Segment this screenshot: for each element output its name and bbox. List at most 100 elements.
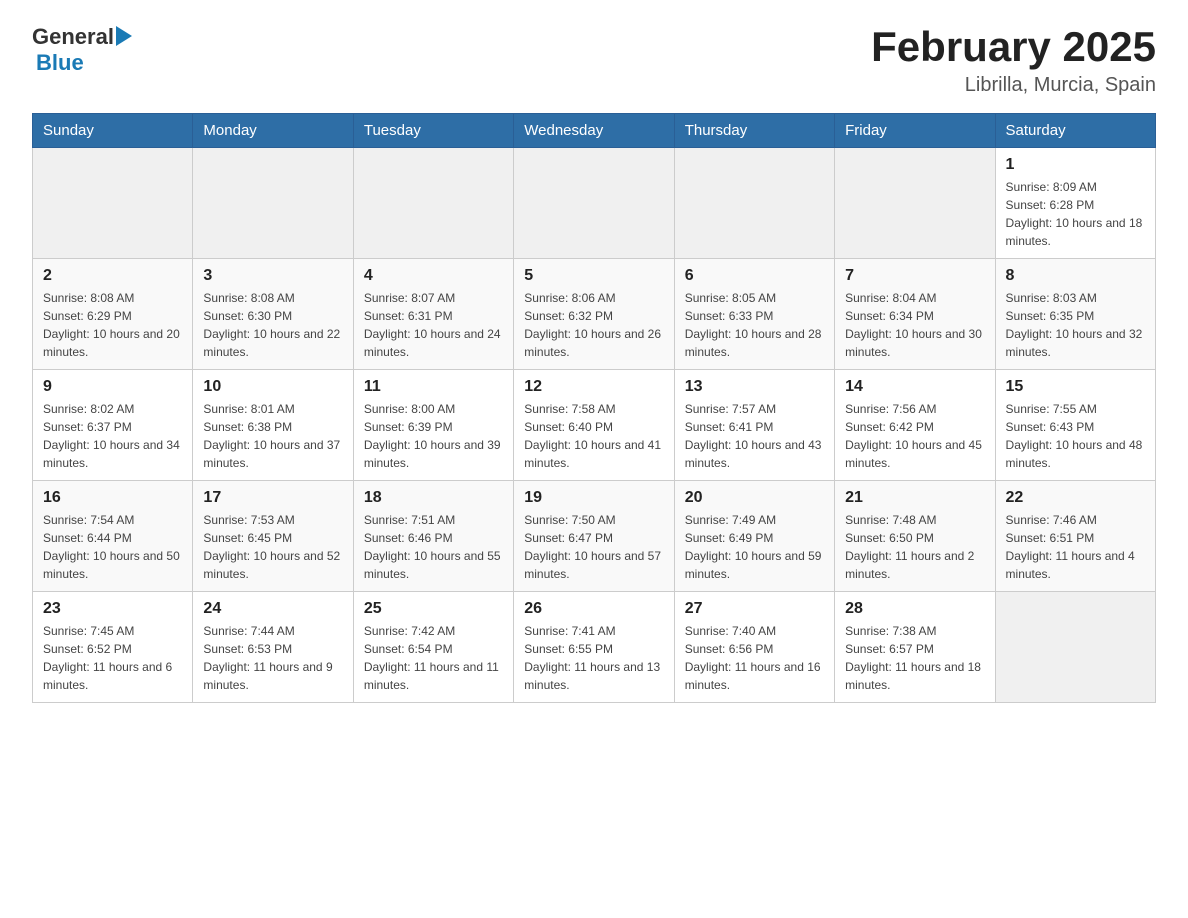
day-number: 27 [685, 600, 824, 618]
calendar-header-row: SundayMondayTuesdayWednesdayThursdayFrid… [33, 114, 1156, 148]
day-number: 14 [845, 378, 984, 396]
calendar-day-cell: 12Sunrise: 7:58 AMSunset: 6:40 PMDayligh… [514, 370, 674, 481]
day-number: 24 [203, 600, 342, 618]
day-header-monday: Monday [193, 114, 353, 148]
day-info: Sunrise: 8:01 AMSunset: 6:38 PMDaylight:… [203, 400, 342, 472]
calendar-day-cell: 9 Sunrise: 8:02 AMSunset: 6:37 PMDaylight… [33, 370, 193, 481]
day-info: Sunrise: 7:45 AMSunset: 6:52 PMDaylight:… [43, 622, 182, 694]
day-info: Sunrise: 8:05 AMSunset: 6:33 PMDaylight:… [685, 289, 824, 361]
calendar-day-cell: 24 Sunrise: 7:44 AMSunset: 6:53 PMDayligh… [193, 592, 353, 703]
day-number: 16 [43, 489, 182, 507]
day-info: Sunrise: 7:56 AMSunset: 6:42 PMDaylight:… [845, 400, 984, 472]
logo-general-text: General [32, 24, 114, 50]
calendar-day-cell: 5 Sunrise: 8:06 AMSunset: 6:32 PMDaylight… [514, 259, 674, 370]
day-header-sunday: Sunday [33, 114, 193, 148]
day-number: 3 [203, 267, 342, 285]
calendar-day-cell [995, 592, 1155, 703]
calendar-day-cell: 4 Sunrise: 8:07 AMSunset: 6:31 PMDaylight… [353, 259, 513, 370]
day-info: Sunrise: 8:07 AMSunset: 6:31 PMDaylight:… [364, 289, 503, 361]
day-info: Sunrise: 7:42 AMSunset: 6:54 PMDaylight:… [364, 622, 503, 694]
day-number: 23 [43, 600, 182, 618]
day-number: 9 [43, 378, 182, 396]
day-number: 5 [524, 267, 663, 285]
day-header-saturday: Saturday [995, 114, 1155, 148]
calendar-day-cell: 13 Sunrise: 7:57 AMSunset: 6:41 PMDayligh… [674, 370, 834, 481]
calendar-day-cell [353, 148, 513, 259]
calendar-day-cell: 2 Sunrise: 8:08 AMSunset: 6:29 PMDaylight… [33, 259, 193, 370]
calendar-day-cell: 23 Sunrise: 7:45 AMSunset: 6:52 PMDayligh… [33, 592, 193, 703]
calendar-day-cell [835, 148, 995, 259]
calendar-day-cell: 10 Sunrise: 8:01 AMSunset: 6:38 PMDayligh… [193, 370, 353, 481]
day-header-thursday: Thursday [674, 114, 834, 148]
day-number: 13 [685, 378, 824, 396]
calendar-week-row: 23 Sunrise: 7:45 AMSunset: 6:52 PMDayligh… [33, 592, 1156, 703]
calendar-day-cell [514, 148, 674, 259]
calendar-day-cell: 27 Sunrise: 7:40 AMSunset: 6:56 PMDayligh… [674, 592, 834, 703]
day-number: 12 [524, 378, 663, 396]
calendar-day-cell [33, 148, 193, 259]
logo-blue-text: Blue [36, 50, 84, 76]
day-number: 7 [845, 267, 984, 285]
day-info: Sunrise: 8:02 AMSunset: 6:37 PMDaylight:… [43, 400, 182, 472]
calendar-day-cell: 1 Sunrise: 8:09 AMSunset: 6:28 PMDaylight… [995, 148, 1155, 259]
calendar-day-cell: 16 Sunrise: 7:54 AMSunset: 6:44 PMDayligh… [33, 481, 193, 592]
day-info: Sunrise: 7:46 AMSunset: 6:51 PMDaylight:… [1006, 511, 1145, 583]
day-info: Sunrise: 8:06 AMSunset: 6:32 PMDaylight:… [524, 289, 663, 361]
calendar-day-cell: 6 Sunrise: 8:05 AMSunset: 6:33 PMDaylight… [674, 259, 834, 370]
calendar-day-cell: 22 Sunrise: 7:46 AMSunset: 6:51 PMDayligh… [995, 481, 1155, 592]
calendar-day-cell: 25 Sunrise: 7:42 AMSunset: 6:54 PMDayligh… [353, 592, 513, 703]
day-number: 6 [685, 267, 824, 285]
calendar-day-cell [674, 148, 834, 259]
day-number: 22 [1006, 489, 1145, 507]
calendar-week-row: 9 Sunrise: 8:02 AMSunset: 6:37 PMDaylight… [33, 370, 1156, 481]
day-number: 28 [845, 600, 984, 618]
calendar-day-cell: 21 Sunrise: 7:48 AMSunset: 6:50 PMDayligh… [835, 481, 995, 592]
day-header-tuesday: Tuesday [353, 114, 513, 148]
logo-arrow-icon [116, 26, 132, 46]
day-info: Sunrise: 7:44 AMSunset: 6:53 PMDaylight:… [203, 622, 342, 694]
calendar-week-row: 1 Sunrise: 8:09 AMSunset: 6:28 PMDaylight… [33, 148, 1156, 259]
calendar-day-cell: 18Sunrise: 7:51 AMSunset: 6:46 PMDayligh… [353, 481, 513, 592]
calendar-subtitle: Librilla, Murcia, Spain [871, 74, 1156, 97]
day-number: 10 [203, 378, 342, 396]
day-info: Sunrise: 7:51 AMSunset: 6:46 PMDaylight:… [364, 511, 503, 583]
calendar-title: February 2025 [871, 24, 1156, 70]
day-info: Sunrise: 7:57 AMSunset: 6:41 PMDaylight:… [685, 400, 824, 472]
calendar-day-cell: 15 Sunrise: 7:55 AMSunset: 6:43 PMDayligh… [995, 370, 1155, 481]
calendar-day-cell: 20Sunrise: 7:49 AMSunset: 6:49 PMDayligh… [674, 481, 834, 592]
calendar-day-cell: 8 Sunrise: 8:03 AMSunset: 6:35 PMDaylight… [995, 259, 1155, 370]
day-number: 15 [1006, 378, 1145, 396]
day-header-friday: Friday [835, 114, 995, 148]
calendar-day-cell: 26Sunrise: 7:41 AMSunset: 6:55 PMDayligh… [514, 592, 674, 703]
calendar-day-cell: 11Sunrise: 8:00 AMSunset: 6:39 PMDayligh… [353, 370, 513, 481]
day-number: 8 [1006, 267, 1145, 285]
calendar-week-row: 2 Sunrise: 8:08 AMSunset: 6:29 PMDaylight… [33, 259, 1156, 370]
day-info: Sunrise: 8:03 AMSunset: 6:35 PMDaylight:… [1006, 289, 1145, 361]
day-number: 25 [364, 600, 503, 618]
calendar-day-cell: 17Sunrise: 7:53 AMSunset: 6:45 PMDayligh… [193, 481, 353, 592]
day-info: Sunrise: 7:48 AMSunset: 6:50 PMDaylight:… [845, 511, 984, 583]
day-number: 20 [685, 489, 824, 507]
calendar-day-cell: 7Sunrise: 8:04 AMSunset: 6:34 PMDaylight… [835, 259, 995, 370]
calendar-day-cell: 14 Sunrise: 7:56 AMSunset: 6:42 PMDayligh… [835, 370, 995, 481]
day-number: 26 [524, 600, 663, 618]
calendar-week-row: 16 Sunrise: 7:54 AMSunset: 6:44 PMDayligh… [33, 481, 1156, 592]
day-number: 4 [364, 267, 503, 285]
day-header-wednesday: Wednesday [514, 114, 674, 148]
calendar-day-cell: 3 Sunrise: 8:08 AMSunset: 6:30 PMDaylight… [193, 259, 353, 370]
day-info: Sunrise: 7:40 AMSunset: 6:56 PMDaylight:… [685, 622, 824, 694]
day-info: Sunrise: 7:50 AMSunset: 6:47 PMDaylight:… [524, 511, 663, 583]
day-info: Sunrise: 8:09 AMSunset: 6:28 PMDaylight:… [1006, 178, 1145, 250]
day-info: Sunrise: 8:08 AMSunset: 6:30 PMDaylight:… [203, 289, 342, 361]
calendar-table: SundayMondayTuesdayWednesdayThursdayFrid… [32, 113, 1156, 703]
day-number: 1 [1006, 156, 1145, 174]
day-number: 19 [524, 489, 663, 507]
day-number: 2 [43, 267, 182, 285]
day-info: Sunrise: 7:38 AMSunset: 6:57 PMDaylight:… [845, 622, 984, 694]
day-info: Sunrise: 7:54 AMSunset: 6:44 PMDaylight:… [43, 511, 182, 583]
day-number: 21 [845, 489, 984, 507]
day-info: Sunrise: 7:55 AMSunset: 6:43 PMDaylight:… [1006, 400, 1145, 472]
day-info: Sunrise: 7:53 AMSunset: 6:45 PMDaylight:… [203, 511, 342, 583]
day-info: Sunrise: 8:08 AMSunset: 6:29 PMDaylight:… [43, 289, 182, 361]
calendar-day-cell: 19 Sunrise: 7:50 AMSunset: 6:47 PMDayligh… [514, 481, 674, 592]
